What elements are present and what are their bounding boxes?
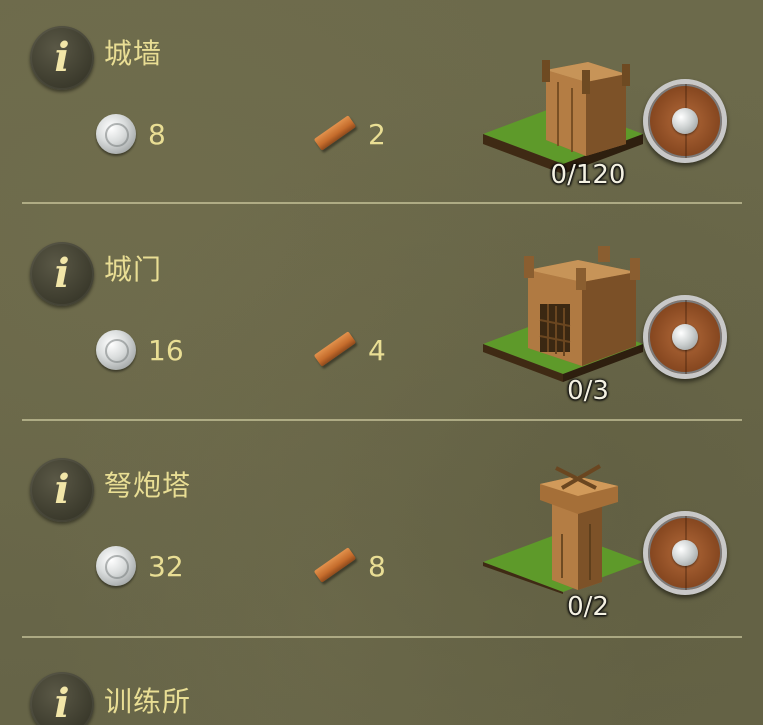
shield-icon[interactable]	[643, 511, 727, 595]
row-divider	[22, 636, 742, 638]
build-item-gate[interactable]: i 城门 16 4 0/3	[0, 216, 763, 431]
shield-icon[interactable]	[643, 295, 727, 379]
coin-cost: 32	[96, 546, 184, 586]
silver-coin-icon	[96, 114, 136, 154]
wood-cost-value: 8	[368, 549, 386, 583]
row-divider	[22, 202, 742, 204]
wood-plank-icon	[312, 330, 356, 370]
coin-cost: 8	[96, 114, 166, 154]
build-count: 0/120	[550, 160, 626, 190]
coin-cost: 16	[96, 330, 184, 370]
wood-cost-value: 2	[368, 117, 386, 151]
item-title: 训练所	[104, 685, 192, 718]
info-button[interactable]: i	[30, 26, 94, 90]
info-button[interactable]: i	[30, 242, 94, 306]
coin-cost-value: 16	[148, 333, 184, 367]
item-title: 弩炮塔	[104, 469, 192, 502]
info-icon: i	[54, 34, 70, 81]
build-count: 0/2	[567, 592, 609, 622]
wood-cost-value: 4	[368, 333, 386, 367]
item-title: 城墙	[104, 37, 163, 70]
build-item-wall[interactable]: i 城墙 8 2 0/120	[0, 0, 763, 215]
wood-plank-icon	[312, 546, 356, 586]
info-icon: i	[54, 680, 70, 725]
ballista-tower-building-icon	[483, 464, 643, 594]
coin-cost-value: 32	[148, 549, 184, 583]
build-count: 0/3	[567, 376, 609, 406]
row-divider	[22, 419, 742, 421]
wood-cost: 4	[312, 330, 386, 370]
info-button[interactable]: i	[30, 672, 94, 725]
wood-cost: 8	[312, 546, 386, 586]
build-item-ballista-tower[interactable]: i 弩炮塔 32 8 0/2	[0, 432, 763, 647]
build-item-training-ground[interactable]: i 训练所	[0, 650, 763, 725]
item-title: 城门	[104, 253, 163, 286]
info-button[interactable]: i	[30, 458, 94, 522]
gate-building-icon	[483, 246, 643, 382]
wood-cost: 2	[312, 114, 386, 154]
silver-coin-icon	[96, 330, 136, 370]
coin-cost-value: 8	[148, 117, 166, 151]
info-icon: i	[54, 250, 70, 297]
info-icon: i	[54, 466, 70, 513]
wood-plank-icon	[312, 114, 356, 154]
silver-coin-icon	[96, 546, 136, 586]
shield-icon[interactable]	[643, 79, 727, 163]
